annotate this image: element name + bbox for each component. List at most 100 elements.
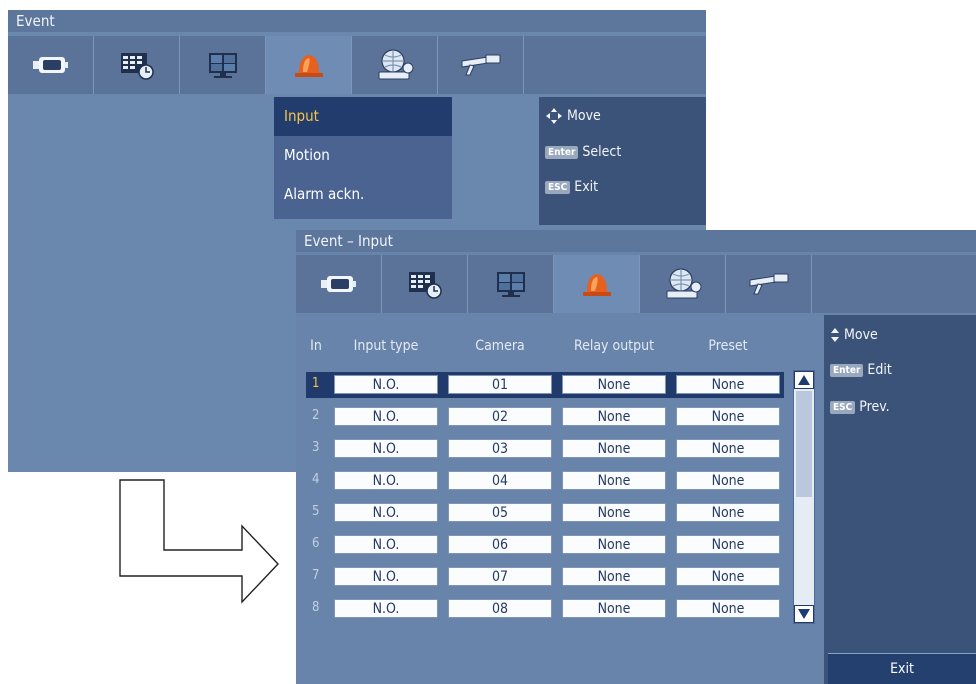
tab-network[interactable] — [640, 255, 726, 313]
help-panel: Move Enter Select ESC Exit — [539, 97, 706, 225]
schedule-icon — [405, 269, 445, 299]
table-row[interactable]: 5 N.O. 05 None None — [306, 500, 784, 526]
schedule-icon — [117, 50, 157, 80]
scroll-down-button[interactable] — [794, 605, 814, 623]
menu-item-alarm-ackn[interactable]: Alarm ackn. — [274, 175, 452, 214]
preset-field[interactable]: None — [676, 407, 780, 426]
input-type-field[interactable]: N.O. — [334, 567, 438, 586]
input-type-field[interactable]: N.O. — [334, 471, 438, 490]
event-submenu: Input Motion Alarm ackn. — [274, 97, 452, 219]
esc-key-badge: ESC — [545, 180, 571, 194]
arrow-down-icon — [798, 609, 810, 619]
table-row[interactable]: 6 N.O. 06 None None — [306, 532, 784, 558]
preset-field[interactable]: None — [676, 567, 780, 586]
relay-output-field[interactable]: None — [562, 471, 666, 490]
network-icon — [373, 48, 417, 82]
arrow-up-icon — [798, 375, 810, 385]
relay-output-field[interactable]: None — [562, 535, 666, 554]
help-prev-label: Prev. — [859, 399, 890, 415]
camera-field[interactable]: 08 — [448, 599, 552, 618]
row-number: 5 — [312, 504, 320, 519]
scrollbar-thumb[interactable] — [796, 391, 812, 497]
monitor-icon — [203, 50, 243, 80]
help-move-label: Move — [844, 327, 878, 343]
camera-field[interactable]: 04 — [448, 471, 552, 490]
tab-display[interactable] — [468, 255, 554, 313]
move-arrows-icon — [546, 108, 562, 124]
tools-icon — [458, 51, 504, 79]
help-move-label: Move — [567, 108, 601, 124]
relay-output-field[interactable]: None — [562, 503, 666, 522]
enter-key-badge: Enter — [545, 145, 579, 159]
help-exit-label: Exit — [574, 179, 599, 195]
camera-field[interactable]: 02 — [448, 407, 552, 426]
enter-key-badge: Enter — [830, 363, 864, 377]
input-type-field[interactable]: N.O. — [334, 599, 438, 618]
relay-output-field[interactable]: None — [562, 407, 666, 426]
menu-item-input[interactable]: Input — [274, 97, 452, 136]
preset-field[interactable]: None — [676, 375, 780, 394]
help-edit-label: Edit — [867, 362, 892, 378]
row-number: 1 — [312, 376, 320, 391]
preset-field[interactable]: None — [676, 503, 780, 522]
table-row[interactable]: 3 N.O. 03 None None — [306, 436, 784, 462]
tab-event[interactable] — [266, 36, 352, 94]
row-number: 4 — [312, 472, 320, 487]
vertical-scrollbar[interactable] — [793, 370, 815, 624]
camera-field[interactable]: 05 — [448, 503, 552, 522]
table-row[interactable]: 1 N.O. 01 None None — [306, 372, 784, 398]
camera-icon — [319, 272, 359, 296]
table-row[interactable]: 4 N.O. 04 None None — [306, 468, 784, 494]
table-row[interactable]: 2 N.O. 02 None None — [306, 404, 784, 430]
relay-output-field[interactable]: None — [562, 375, 666, 394]
window-title: Event — [8, 10, 706, 32]
table-row[interactable]: 7 N.O. 07 None None — [306, 564, 784, 590]
esc-key-badge: ESC — [830, 400, 856, 414]
relay-output-field[interactable]: None — [562, 439, 666, 458]
network-icon — [661, 267, 705, 301]
relay-output-field[interactable]: None — [562, 567, 666, 586]
input-type-field[interactable]: N.O. — [334, 407, 438, 426]
exit-button[interactable]: Exit — [828, 653, 976, 684]
preset-field[interactable]: None — [676, 599, 780, 618]
column-header-relay-output: Relay output — [573, 338, 655, 354]
tab-camera[interactable] — [296, 255, 382, 313]
camera-field[interactable]: 06 — [448, 535, 552, 554]
tab-display[interactable] — [180, 36, 266, 94]
column-header-preset: Preset — [708, 338, 748, 354]
row-number: 2 — [312, 408, 320, 423]
column-header-input-type: Input type — [353, 338, 419, 354]
preset-field[interactable]: None — [676, 535, 780, 554]
tab-camera[interactable] — [8, 36, 94, 94]
input-type-field[interactable]: N.O. — [334, 535, 438, 554]
tab-system[interactable] — [726, 255, 812, 313]
help-panel: Move Enter Edit ESC Prev. Exit — [824, 315, 976, 684]
relay-output-field[interactable]: None — [562, 599, 666, 618]
preset-field[interactable]: None — [676, 471, 780, 490]
camera-field[interactable]: 03 — [448, 439, 552, 458]
transition-arrow-icon — [119, 479, 279, 604]
tab-schedule[interactable] — [382, 255, 468, 313]
menu-item-motion[interactable]: Motion — [274, 136, 452, 175]
help-select-label: Select — [582, 144, 622, 160]
input-type-field[interactable]: N.O. — [334, 375, 438, 394]
camera-field[interactable]: 01 — [448, 375, 552, 394]
column-header-in: In — [310, 338, 322, 354]
scroll-up-button[interactable] — [794, 371, 814, 389]
table-row[interactable]: 8 N.O. 08 None None — [306, 596, 784, 622]
row-number: 7 — [312, 568, 320, 583]
monitor-icon — [491, 269, 531, 299]
updown-arrows-icon — [831, 328, 839, 342]
camera-field[interactable]: 07 — [448, 567, 552, 586]
input-type-field[interactable]: N.O. — [334, 503, 438, 522]
tab-system[interactable] — [438, 36, 524, 94]
tab-network[interactable] — [352, 36, 438, 94]
row-number: 8 — [312, 600, 320, 615]
window-title: Event – Input — [296, 230, 976, 252]
input-type-field[interactable]: N.O. — [334, 439, 438, 458]
category-tab-bar — [296, 255, 976, 313]
tab-schedule[interactable] — [94, 36, 180, 94]
preset-field[interactable]: None — [676, 439, 780, 458]
tab-event[interactable] — [554, 255, 640, 313]
row-number: 6 — [312, 536, 320, 551]
